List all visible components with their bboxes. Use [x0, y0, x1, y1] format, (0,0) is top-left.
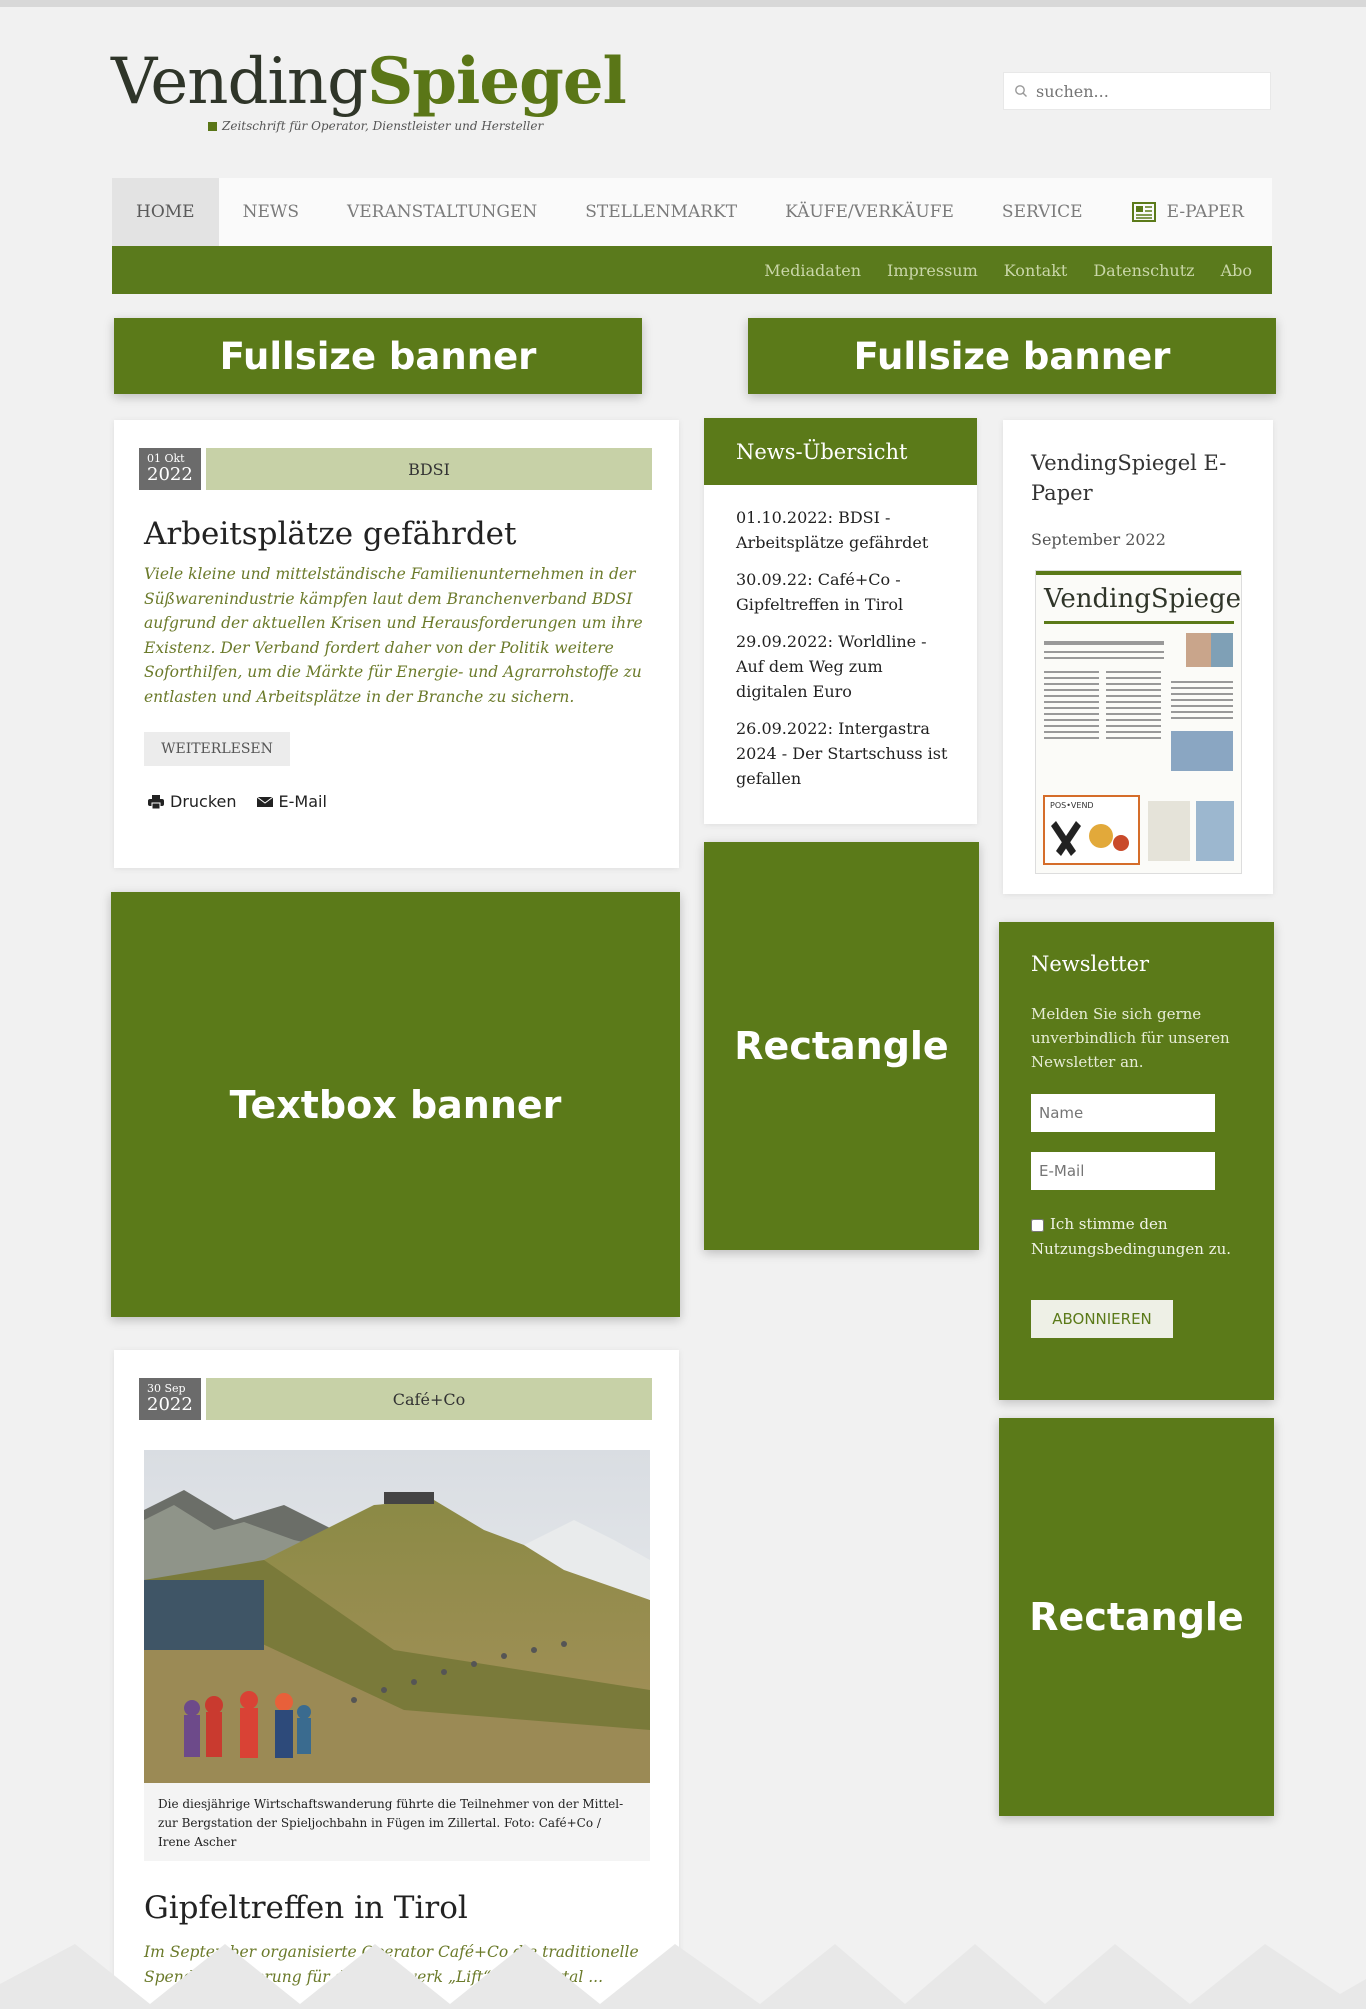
print-icon: [148, 794, 164, 809]
site-tagline: Zeitschrift für Operator, Dienstleister …: [208, 119, 543, 133]
top-border: [0, 0, 1366, 7]
news-overview-item[interactable]: 30.09.22: Café+Co - Gipfeltreffen in Tir…: [736, 567, 957, 617]
subnav-mediadaten[interactable]: Mediadaten: [764, 261, 861, 280]
search-input[interactable]: [1036, 81, 1256, 101]
terms-agreement: Ich stimme den Nutzungsbedingungen zu.: [1031, 1212, 1261, 1262]
email-icon: [256, 796, 273, 807]
news-overview-item[interactable]: 29.09.2022: Worldline - Auf dem Weg zum …: [736, 629, 957, 704]
nav-item-home[interactable]: HOME: [112, 178, 219, 246]
article-lead: Viele kleine und mittelständische Famili…: [144, 565, 643, 706]
nav-epaper-label: E-PAPER: [1166, 202, 1244, 222]
svg-text:POS•VEND: POS•VEND: [1050, 801, 1094, 810]
rectangle-banner[interactable]: Rectangle: [999, 1418, 1274, 1816]
photo-caption: Die diesjährige Wirtschaftswanderung füh…: [144, 1783, 650, 1861]
epaper-title[interactable]: VendingSpiegel E-Paper: [1031, 448, 1251, 508]
site-logo[interactable]: VendingSpiegel: [111, 46, 627, 119]
newsletter-box: Newsletter Melden Sie sich gerne unverbi…: [999, 922, 1274, 1400]
news-overview-item[interactable]: 01.10.2022: BDSI - Arbeitsplätze gefährd…: [736, 505, 957, 555]
email-link[interactable]: E-Mail: [279, 792, 327, 811]
article-category[interactable]: BDSI: [206, 448, 652, 490]
epaper-date: September 2022: [1031, 530, 1166, 549]
newspaper-icon: [1131, 202, 1156, 222]
search-icon: [1015, 85, 1027, 97]
article-category[interactable]: Café+Co: [206, 1378, 652, 1420]
terms-label: Ich stimme den Nutzungsbedingungen zu.: [1031, 1215, 1232, 1258]
sub-nav: Mediadaten Impressum Kontakt Datenschutz…: [112, 246, 1272, 294]
nav-item-veranstaltungen[interactable]: VERANSTALTUNGEN: [323, 178, 561, 246]
subnav-impressum[interactable]: Impressum: [887, 261, 978, 280]
nav-item-service[interactable]: SERVICE: [978, 178, 1107, 246]
subnav-abo[interactable]: Abo: [1221, 261, 1252, 280]
article-date: 30 Sep 2022: [139, 1378, 201, 1420]
newsletter-name-input[interactable]: [1031, 1094, 1215, 1132]
read-more-button[interactable]: WEITERLESEN: [144, 732, 290, 766]
subscribe-button[interactable]: ABONNIEREN: [1031, 1300, 1173, 1338]
fullsize-banner-left[interactable]: Fullsize banner: [114, 318, 642, 394]
textbox-banner[interactable]: Textbox banner: [111, 892, 680, 1317]
nav-item-kaeufe-verkaeufe[interactable]: KÄUFE/VERKÄUFE: [761, 178, 978, 246]
terms-checkbox[interactable]: [1031, 1218, 1044, 1232]
print-link[interactable]: Drucken: [170, 792, 237, 811]
article-photo[interactable]: [144, 1450, 650, 1783]
news-overview-list: 01.10.2022: BDSI - Arbeitsplätze gefährd…: [704, 485, 977, 791]
article-date: 01 Okt 2022: [139, 448, 201, 490]
subnav-datenschutz[interactable]: Datenschutz: [1093, 261, 1194, 280]
news-overview-item[interactable]: 26.09.2022: Intergastra 2024 - Der Start…: [736, 716, 957, 791]
nav-item-stellenmarkt[interactable]: STELLENMARKT: [561, 178, 761, 246]
tagline-square-icon: [208, 121, 217, 131]
fullsize-banner-right[interactable]: Fullsize banner: [748, 318, 1276, 394]
subnav-kontakt[interactable]: Kontakt: [1004, 261, 1068, 280]
news-overview: News-Übersicht 01.10.2022: BDSI - Arbeit…: [704, 418, 977, 824]
newsletter-heading: Newsletter: [1031, 952, 1150, 976]
newsletter-text: Melden Sie sich gerne unverbindlich für …: [1031, 1005, 1230, 1071]
search-box[interactable]: [1003, 72, 1271, 110]
article-title[interactable]: Arbeitsplätze gefährdet: [144, 516, 516, 552]
article-actions: Drucken E-Mail: [148, 792, 327, 811]
newsletter-email-input[interactable]: [1031, 1152, 1215, 1190]
nav-item-epaper[interactable]: E-PAPER: [1107, 178, 1268, 246]
cover-logo-text: VendingSpiegel: [1043, 584, 1242, 614]
news-overview-heading: News-Übersicht: [704, 418, 977, 485]
epaper-box: VendingSpiegel E-Paper September 2022 Ve…: [1003, 420, 1273, 894]
epaper-cover-image[interactable]: VendingSpiegel POS•VEND: [1035, 570, 1242, 874]
article-card: 01 Okt 2022 BDSI Arbeitsplätze gefährdet…: [114, 420, 679, 868]
rectangle-banner[interactable]: Rectangle: [704, 842, 979, 1250]
nav-item-news[interactable]: NEWS: [219, 178, 323, 246]
main-nav: HOME NEWS VERANSTALTUNGEN STELLENMARKT K…: [112, 178, 1272, 246]
torn-edge-decoration: [0, 1944, 1366, 2009]
article-title[interactable]: Gipfeltreffen in Tirol: [144, 1890, 468, 1926]
article-card: 30 Sep 2022 Café+Co Die diesjährige Wirt…: [114, 1350, 679, 2009]
